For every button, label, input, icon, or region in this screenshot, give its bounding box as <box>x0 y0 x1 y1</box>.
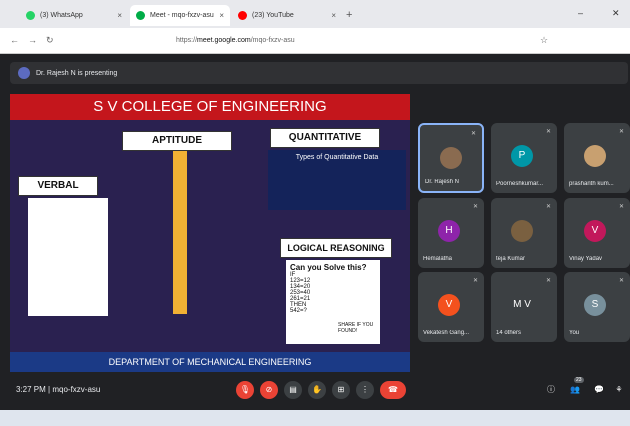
close-icon[interactable]: × <box>117 11 122 20</box>
close-window-button[interactable]: ✕ <box>612 8 620 19</box>
people-count-badge: 23 <box>574 377 584 383</box>
participant-name: 14 others <box>496 330 522 336</box>
leave-call-button[interactable]: ☎ <box>380 381 406 399</box>
whatsapp-icon <box>26 11 35 20</box>
participant-name: Dr. Rajesh N <box>425 179 460 185</box>
quantitative-box: QUANTITATIVE <box>270 128 380 148</box>
participant-tile[interactable]: ✕ Dr. Rajesh N <box>418 123 484 193</box>
mic-off-icon: ✕ <box>545 204 551 210</box>
participant-name: teja Kumar <box>496 256 526 262</box>
reload-icon[interactable]: ↻ <box>46 35 54 46</box>
participant-tile[interactable]: V ✕ Vekatesh Gang... <box>418 272 484 342</box>
participant-avatar: V <box>584 220 606 242</box>
meeting-code: mqo-fxzv-asu <box>52 385 101 394</box>
participant-avatar: M V <box>511 294 533 316</box>
participant-tile[interactable]: S ✕ You <box>564 272 630 342</box>
department-footer: DEPARTMENT OF MECHANICAL ENGINEERING <box>10 352 410 372</box>
verbal-panel <box>28 198 108 316</box>
camera-button[interactable]: ⊘ <box>260 381 278 399</box>
url-field[interactable]: https://meet.google.com/mqo-fxzv-asu <box>176 37 295 44</box>
puzzle-title: Can you Solve this? <box>290 263 367 272</box>
participant-avatar <box>440 147 462 169</box>
aptitude-box: APTITUDE <box>122 131 232 151</box>
mic-off-icon: ✕ <box>618 278 624 284</box>
slide-connector <box>173 144 187 314</box>
participant-avatar: V <box>438 294 460 316</box>
participant-tile[interactable]: P ✕ Poorneshkumar... <box>491 123 557 193</box>
windows-taskbar <box>0 410 630 426</box>
minimize-button[interactable]: – <box>578 8 583 18</box>
participant-name: Hemalatha <box>423 256 453 262</box>
forward-icon[interactable]: → <box>28 35 37 45</box>
share-text: SHARE IF YOU FOUND! <box>338 322 374 334</box>
participant-avatar <box>584 145 606 167</box>
mic-off-icon: ✕ <box>618 129 624 135</box>
logical-box: LOGICAL REASONING <box>280 238 392 258</box>
shared-slide: S V COLLEGE OF ENGINEERING APTITUDE QUAN… <box>10 94 410 372</box>
participant-name: Vekatesh Gang... <box>423 330 470 336</box>
puzzle-panel: Can you Solve this? IF 123=12 134=20 253=40… <box>286 260 380 344</box>
close-icon[interactable]: × <box>219 11 224 20</box>
tab-title: (23) YouTube <box>252 12 294 19</box>
participant-avatar: P <box>511 145 533 167</box>
chat-button[interactable]: 💬 <box>590 381 608 399</box>
mic-off-icon: ✕ <box>472 204 478 210</box>
mic-off-icon: ✕ <box>545 278 551 284</box>
tab-title: (3) WhatsApp <box>40 12 83 19</box>
meeting-info: 3:27 PM | mqo-fxzv-asu <box>16 385 100 394</box>
info-separator: | <box>48 385 51 394</box>
participant-name: Poorneshkumar... <box>496 181 544 187</box>
presenter-avatar <box>18 67 30 79</box>
present-button[interactable]: ⊞ <box>332 381 350 399</box>
presenting-bar: Dr. Rajesh N is presenting <box>10 62 628 84</box>
participant-tile[interactable]: ✕ prashanth kum... <box>564 123 630 193</box>
mic-off-icon: ✕ <box>470 131 476 137</box>
presenting-text: Dr. Rajesh N is presenting <box>36 69 118 77</box>
tab-whatsapp[interactable]: (3) WhatsApp × <box>20 5 128 26</box>
puzzle-line: 542=? <box>290 308 307 314</box>
participant-tile[interactable]: M V ✕ 14 others <box>491 272 557 342</box>
participant-tile[interactable]: H ✕ Hemalatha <box>418 198 484 268</box>
verbal-box: VERBAL <box>18 176 98 196</box>
puzzle-lines: IF 123=12 134=20 253=40 261=21 THEN 542=? <box>290 272 376 314</box>
url-prefix: https:// <box>176 37 198 44</box>
people-button[interactable]: 👥 <box>566 381 584 399</box>
participant-tile[interactable]: ✕ teja Kumar <box>491 198 557 268</box>
url-path: /mqo-fxzv-asu <box>250 37 295 44</box>
college-title: S V COLLEGE OF ENGINEERING <box>10 94 410 120</box>
raise-hand-button[interactable]: ✋ <box>308 381 326 399</box>
back-icon[interactable]: ← <box>10 35 19 45</box>
participant-name: Vinay Yadav <box>569 256 603 262</box>
captions-button[interactable]: ▤ <box>284 381 302 399</box>
tab-youtube[interactable]: (23) YouTube × <box>232 5 342 26</box>
address-bar: ← → ↻ https://meet.google.com/mqo-fxzv-a… <box>0 28 630 54</box>
mic-button[interactable]: 🎙 <box>236 381 254 399</box>
mic-off-icon: ✕ <box>472 278 478 284</box>
participant-avatar: S <box>584 294 606 316</box>
tab-meet[interactable]: Meet - mqo-fxzv-asu × <box>130 5 230 26</box>
browser-tab-bar: (3) WhatsApp × Meet - mqo-fxzv-asu × (23) … <box>0 0 630 28</box>
participant-name: You <box>569 330 580 336</box>
new-tab-button[interactable]: + <box>346 9 352 21</box>
mic-off-icon: ✕ <box>618 204 624 210</box>
mic-off-icon: ✕ <box>545 129 551 135</box>
participant-avatar: H <box>438 220 460 242</box>
star-icon[interactable]: ☆ <box>540 35 548 46</box>
meet-icon <box>136 11 145 20</box>
tab-title: Meet - mqo-fxzv-asu <box>150 12 214 19</box>
quant-panel: Types of Quantitative Data <box>268 150 406 210</box>
activities-button[interactable]: ⚘ <box>610 381 628 399</box>
youtube-icon <box>238 11 247 20</box>
participant-name: prashanth kum... <box>569 181 614 187</box>
more-options-button[interactable]: ⋮ <box>356 381 374 399</box>
clock-time: 3:27 PM <box>16 385 46 394</box>
meeting-details-button[interactable]: ⓘ <box>542 381 560 399</box>
close-icon[interactable]: × <box>331 11 336 20</box>
participant-tile[interactable]: V ✕ Vinay Yadav <box>564 198 630 268</box>
participant-avatar <box>511 220 533 242</box>
url-domain: meet.google.com <box>197 37 251 44</box>
